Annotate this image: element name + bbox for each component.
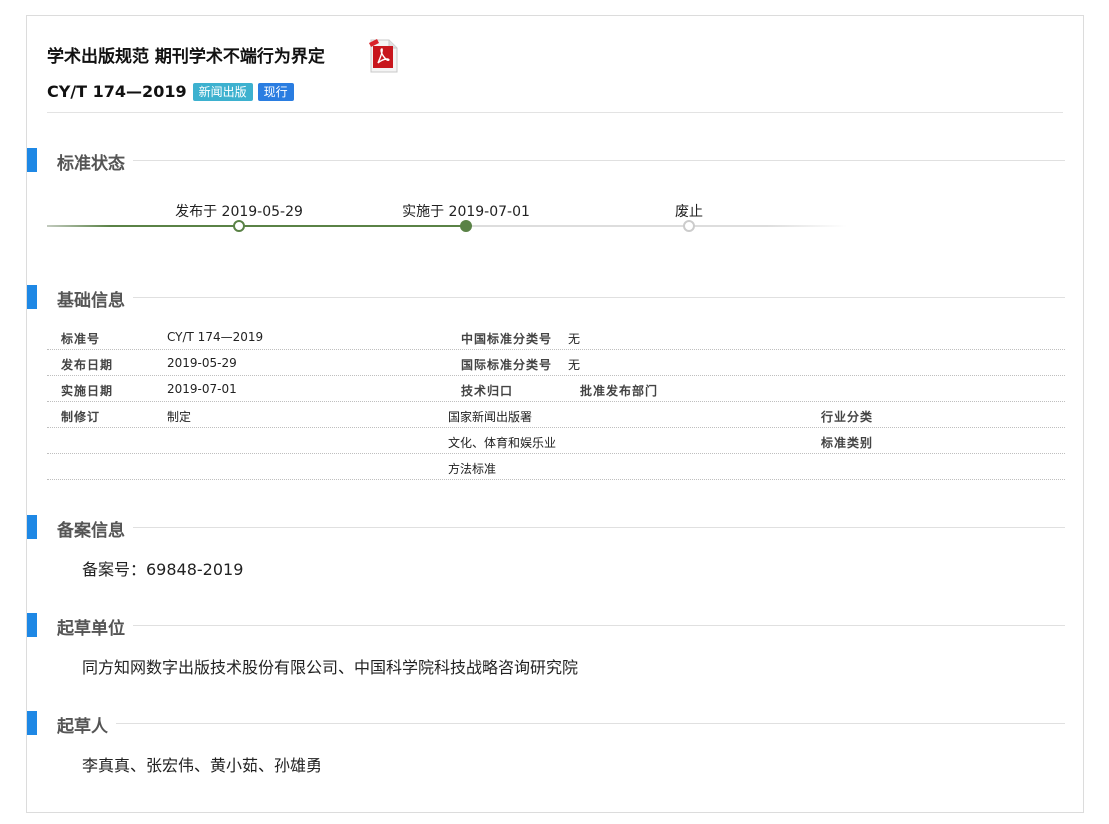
standard-number: CY/T 174—2019 — [47, 82, 187, 101]
field-label: 标准类别 — [821, 436, 874, 450]
field-value: 文化、体育和娱乐业 — [448, 436, 557, 450]
section-record-info: 备案信息 — [27, 515, 1065, 541]
section-marker — [27, 515, 37, 539]
section-marker — [27, 148, 37, 172]
timeline-progress — [47, 225, 467, 227]
section-title: 标准状态 — [57, 149, 133, 174]
section-basic-info: 基础信息 — [27, 285, 1065, 311]
record-number: 备案号：69848-2019 — [82, 560, 244, 579]
milestone-abolished-label: 废止 — [675, 204, 703, 220]
field-label: 实施日期 — [61, 384, 114, 398]
status-timeline: 发布于 2019-05-29 实施于 2019-07-01 废止 — [47, 201, 847, 241]
section-title: 备案信息 — [57, 516, 133, 541]
section-drafters: 起草人 — [27, 711, 1065, 737]
table-row: 制修订 制定 国家新闻出版署 行业分类 — [47, 402, 1065, 428]
milestone-published-label: 发布于 2019-05-29 — [175, 204, 303, 220]
category-badge[interactable]: 新闻出版 — [192, 82, 253, 101]
field-label: 行业分类 — [821, 410, 874, 424]
table-row: 方法标准 — [47, 454, 1065, 480]
table-row: 实施日期 2019-07-01 技术归口 批准发布部门 — [47, 376, 1065, 402]
table-row: 文化、体育和娱乐业 标准类别 — [47, 428, 1065, 454]
milestone-implemented-dot — [460, 220, 472, 232]
milestone-published-dot — [233, 220, 245, 232]
section-title: 起草单位 — [57, 614, 133, 639]
standard-meta-line: CY/T 174—2019 新闻出版 现行 — [47, 82, 299, 101]
field-label: 中国标准分类号 — [461, 332, 553, 346]
standard-detail-panel: 学术出版规范 期刊学术不端行为界定 CY/T 174—2019 新闻出版 现行 … — [26, 15, 1084, 813]
table-row: 发布日期 2019-05-29 国际标准分类号 无 — [47, 350, 1065, 376]
field-value: 制定 — [167, 410, 192, 424]
milestone-abolished-dot — [683, 220, 695, 232]
field-label: 制修订 — [61, 410, 101, 424]
field-value: 国家新闻出版署 — [448, 410, 533, 424]
section-standard-status: 标准状态 — [27, 148, 1065, 174]
milestone-implemented-label: 实施于 2019-07-01 — [402, 204, 530, 220]
section-drafting-unit: 起草单位 — [27, 613, 1065, 639]
field-value: 2019-07-01 — [167, 382, 237, 396]
basic-info-table: 标准号 CY/T 174—2019 中国标准分类号 无 发布日期 2019-05… — [47, 324, 1065, 480]
field-label: 国际标准分类号 — [461, 358, 553, 372]
drafters-list: 李真真、张宏伟、黄小茹、孙雄勇 — [82, 756, 323, 775]
field-label: 发布日期 — [61, 358, 114, 372]
standard-header: 学术出版规范 期刊学术不端行为界定 CY/T 174—2019 新闻出版 现行 — [47, 38, 1063, 113]
drafting-units: 同方知网数字出版技术股份有限公司、中国科学院科技战略咨询研究院 — [82, 658, 579, 677]
section-title: 基础信息 — [57, 286, 133, 311]
section-marker — [27, 285, 37, 309]
pdf-icon[interactable] — [367, 38, 401, 74]
section-marker — [27, 711, 37, 735]
standard-title: 学术出版规范 期刊学术不端行为界定 — [47, 47, 325, 67]
field-label: 标准号 — [61, 332, 101, 346]
section-title: 起草人 — [57, 712, 116, 737]
field-value: 2019-05-29 — [167, 356, 237, 370]
field-value: 无 — [568, 358, 581, 372]
table-row: 标准号 CY/T 174—2019 中国标准分类号 无 — [47, 324, 1065, 350]
field-label: 技术归口 — [461, 384, 514, 398]
field-label: 批准发布部门 — [580, 384, 659, 398]
section-marker — [27, 613, 37, 637]
field-value: 方法标准 — [448, 462, 497, 476]
field-value: CY/T 174—2019 — [167, 330, 264, 344]
field-value: 无 — [568, 332, 581, 346]
status-badge: 现行 — [257, 82, 294, 101]
